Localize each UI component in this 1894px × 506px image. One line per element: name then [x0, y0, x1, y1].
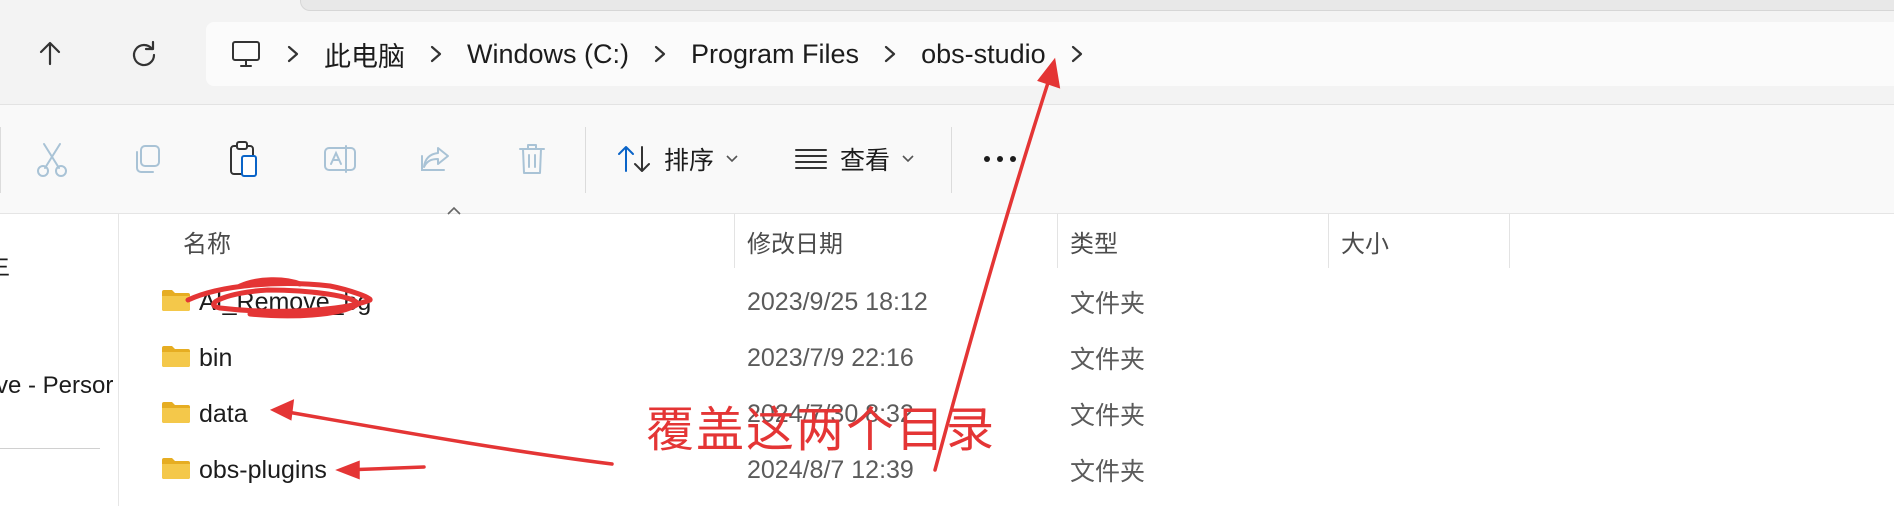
breadcrumb-label: obs-studio: [921, 38, 1046, 69]
toolbar-divider: [951, 127, 952, 193]
file-type: 文件夹: [1070, 402, 1146, 430]
column-header-modified[interactable]: 修改日期: [747, 214, 843, 268]
breadcrumb-this-pc[interactable]: [230, 22, 262, 86]
delete-button[interactable]: [508, 135, 556, 183]
file-name: data: [199, 399, 248, 428]
paste-button[interactable]: [220, 135, 268, 183]
view-list-icon: [795, 149, 827, 169]
chevron-down-icon: [726, 155, 738, 163]
chevron-right-icon[interactable]: [1068, 45, 1086, 63]
refresh-button[interactable]: [124, 34, 164, 74]
rename-icon: [324, 145, 356, 173]
command-bar: 排序 查看: [0, 105, 1894, 214]
column-headers: 名称 修改日期 类型 大小: [119, 214, 1894, 268]
breadcrumb-item[interactable]: obs-studio: [921, 22, 1046, 86]
tab-strip: [300, 0, 1894, 11]
chevron-right-icon[interactable]: [427, 45, 445, 63]
sidebar-item-label[interactable]: ve - Persor: [0, 372, 113, 400]
column-divider[interactable]: [1509, 214, 1510, 268]
file-row[interactable]: data 2024/7/30 8:32 文件夹: [119, 386, 1894, 442]
chevron-right-icon[interactable]: [651, 45, 669, 63]
sort-dropdown[interactable]: 排序: [616, 135, 738, 183]
title-bar: 此电脑 Windows (C:) Program Files obs-studi…: [0, 0, 1894, 105]
share-button[interactable]: [412, 135, 460, 183]
folder-icon: [162, 458, 190, 479]
column-header-type[interactable]: 类型: [1070, 214, 1118, 268]
sort-label: 排序: [664, 147, 715, 175]
column-header-name[interactable]: 名称: [183, 214, 231, 268]
more-options-button[interactable]: [976, 135, 1024, 183]
toolbar-divider: [0, 127, 1, 193]
file-name: obs-plugins: [199, 455, 327, 484]
more-icon: [984, 156, 1016, 162]
folder-icon: [162, 290, 190, 311]
breadcrumb-label: Program Files: [691, 38, 860, 69]
annotation-label: 覆盖这两个目录: [646, 402, 997, 458]
file-type: 文件夹: [1070, 346, 1146, 374]
breadcrumb-item[interactable]: 此电脑: [324, 22, 405, 86]
file-name: bin: [199, 343, 233, 372]
column-header-label: 大小: [1341, 230, 1389, 258]
chevron-down-icon: [902, 155, 914, 163]
sidebar-divider: [0, 448, 100, 449]
file-row[interactable]: obs-plugins 2024/8/7 12:39 文件夹: [119, 442, 1894, 498]
cut-icon: [37, 143, 67, 177]
rename-button[interactable]: [316, 135, 364, 183]
sort-icon: [618, 146, 650, 172]
breadcrumb-item[interactable]: Program Files: [691, 22, 859, 86]
refresh-icon: [132, 40, 156, 67]
file-row[interactable]: AI_Remove_bg 2023/9/25 18:12 文件夹: [119, 274, 1894, 330]
file-type: 文件夹: [1070, 290, 1146, 318]
breadcrumb-label: Windows (C:): [467, 38, 630, 69]
view-dropdown[interactable]: 查看: [794, 135, 914, 183]
navigation-pane: 生 ve - Persor: [0, 214, 119, 506]
chevron-right-icon[interactable]: [284, 45, 302, 63]
sidebar-item-label[interactable]: 生: [0, 246, 10, 281]
view-label: 查看: [840, 147, 891, 175]
arrow-up-icon: [39, 41, 61, 66]
column-header-size[interactable]: 大小: [1341, 214, 1389, 268]
file-modified: 2023/9/25 18:12: [747, 287, 928, 316]
address-bar[interactable]: 此电脑 Windows (C:) Program Files obs-studi…: [206, 22, 1894, 86]
breadcrumb-item[interactable]: Windows (C:): [467, 22, 629, 86]
column-header-label: 名称: [183, 230, 231, 258]
column-divider[interactable]: [1328, 214, 1329, 268]
copy-icon: [136, 145, 160, 173]
column-header-label: 类型: [1070, 230, 1118, 258]
share-icon: [421, 147, 449, 171]
breadcrumb-label: 此电脑: [324, 41, 405, 72]
paste-icon: [230, 141, 257, 177]
toolbar-divider: [585, 127, 586, 193]
column-header-label: 修改日期: [747, 230, 843, 258]
column-divider[interactable]: [1057, 214, 1058, 268]
folder-icon: [162, 346, 190, 367]
folder-icon: [162, 402, 190, 423]
cut-button[interactable]: [28, 135, 76, 183]
delete-icon: [519, 144, 545, 174]
file-type: 文件夹: [1070, 458, 1146, 486]
up-button[interactable]: [30, 34, 70, 74]
file-row[interactable]: bin 2023/7/9 22:16 文件夹: [119, 330, 1894, 386]
chevron-right-icon[interactable]: [881, 45, 899, 63]
computer-icon: [232, 41, 260, 67]
file-name: AI_Remove_bg: [199, 287, 372, 316]
column-divider[interactable]: [734, 214, 735, 268]
file-modified: 2023/7/9 22:16: [747, 343, 914, 372]
copy-button[interactable]: [124, 135, 172, 183]
